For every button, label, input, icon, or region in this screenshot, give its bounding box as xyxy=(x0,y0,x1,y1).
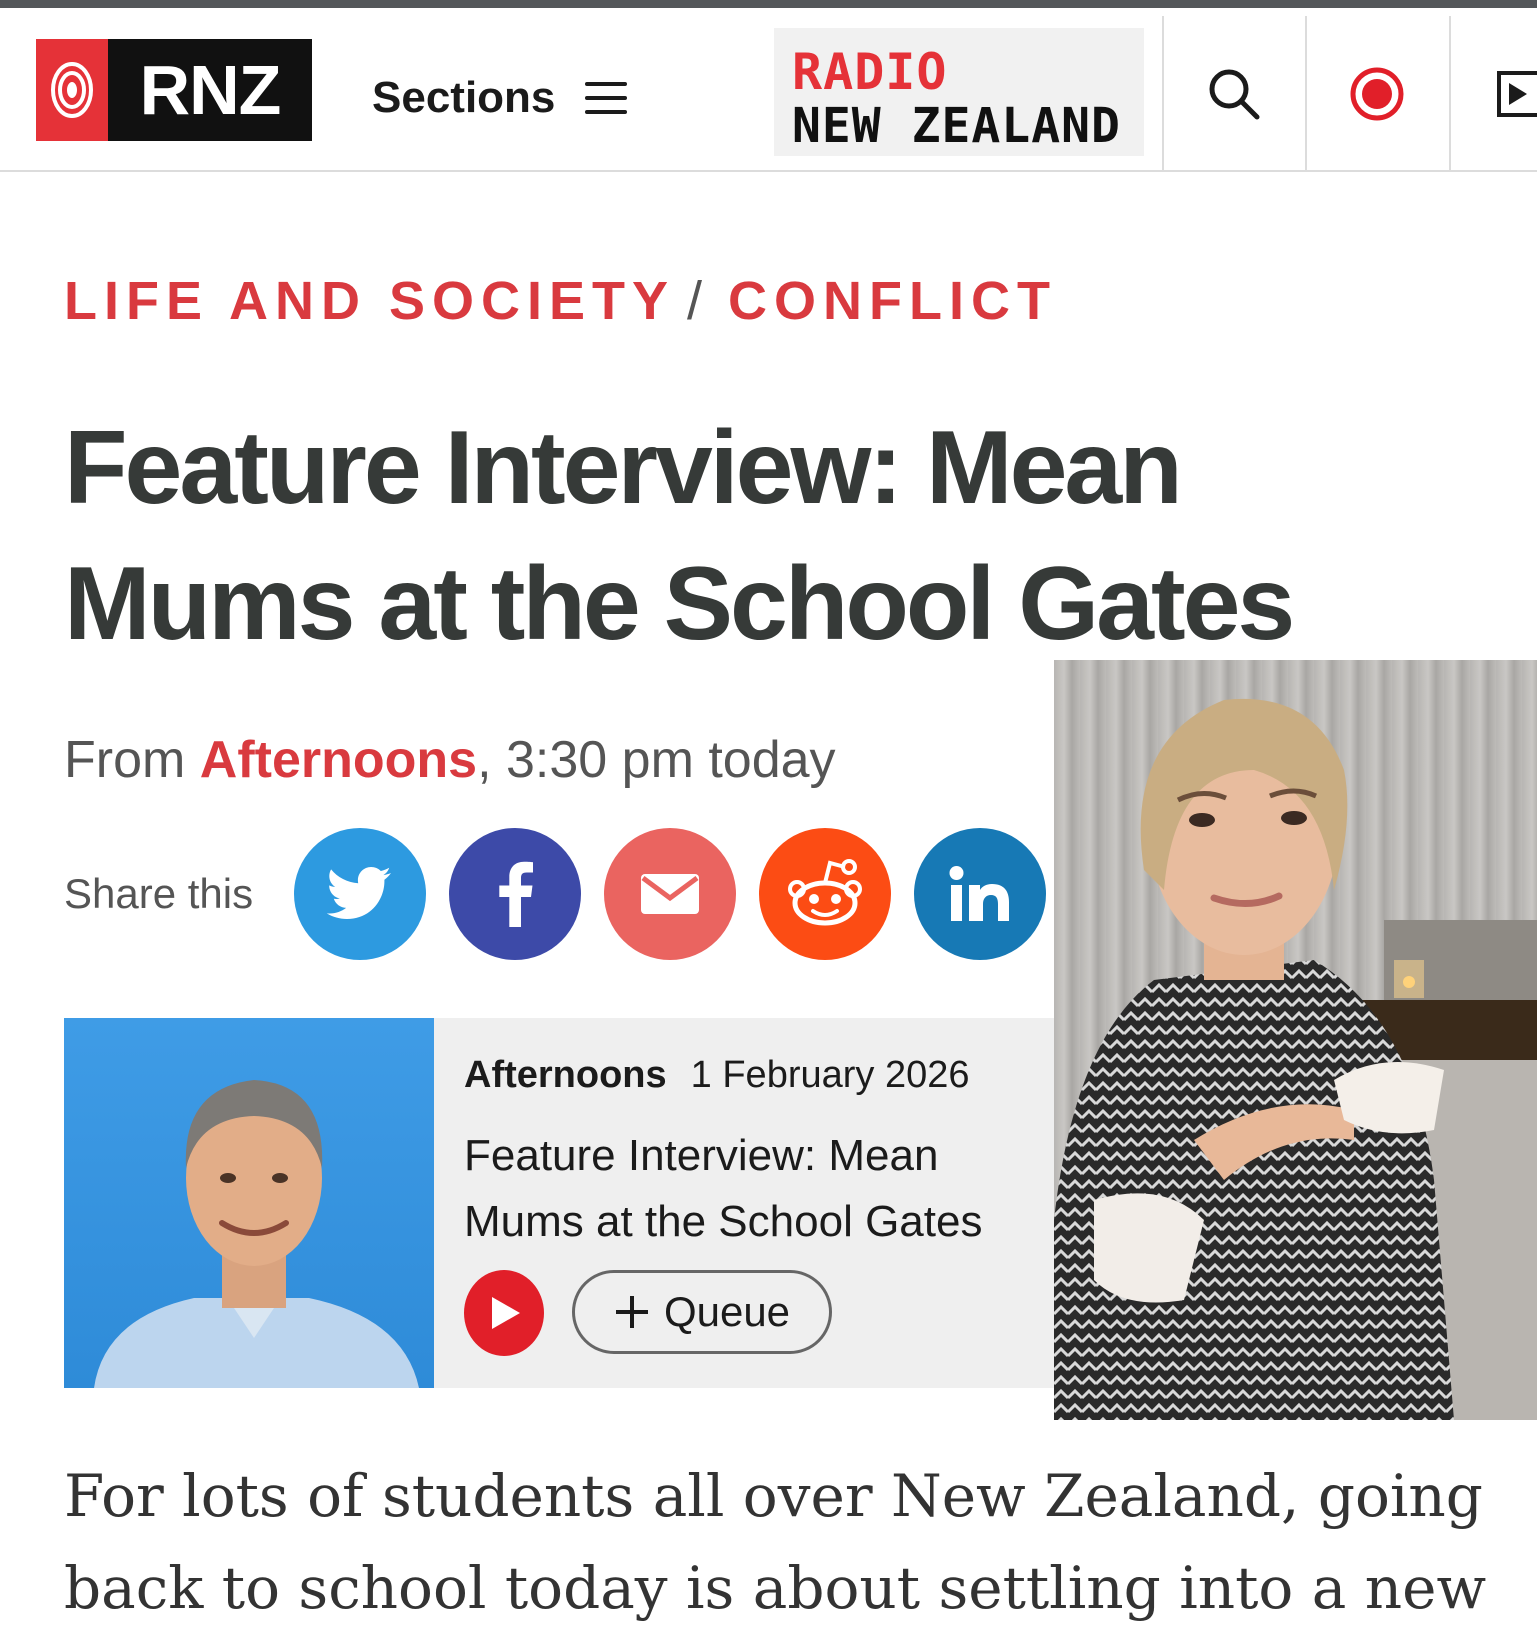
breadcrumb-separator: / xyxy=(687,271,703,331)
rnz-wave-icon xyxy=(51,62,93,118)
rnz-logo-mark xyxy=(36,39,108,141)
rnz-logo[interactable]: RNZ xyxy=(36,39,312,141)
article-lead-paragraph: For lots of students all over New Zealan… xyxy=(64,1462,1487,1622)
plus-icon xyxy=(615,1296,648,1328)
radio-new-zealand-badge[interactable]: RADIO NEW ZEALAND xyxy=(774,28,1144,156)
share-email-button[interactable] xyxy=(604,828,736,960)
linkedin-icon xyxy=(949,866,1009,921)
audio-programme[interactable]: Afternoons xyxy=(464,1054,667,1096)
player-button[interactable] xyxy=(1451,16,1537,172)
reddit-icon xyxy=(788,859,862,926)
share-label: Share this xyxy=(64,870,254,917)
article-meta: From Afternoons, 3:30 pm today xyxy=(64,730,836,790)
share-reddit-button[interactable] xyxy=(759,828,891,960)
audio-card-text: Afternoons 1 February 2026 Feature Interv… xyxy=(464,1054,1024,1255)
add-to-queue-button[interactable]: Queue xyxy=(572,1270,832,1354)
rnz-logo-text: RNZ xyxy=(108,39,312,141)
hamburger-icon xyxy=(585,82,628,114)
share-facebook-button[interactable] xyxy=(449,828,581,960)
meta-programme-link[interactable]: Afternoons xyxy=(200,731,477,789)
audio-title[interactable]: Feature Interview: Mean Mums at the Scho… xyxy=(464,1123,1024,1255)
breadcrumb: LIFE AND SOCIETY / CONFLICT xyxy=(64,270,1057,332)
audio-date: 1 February 2026 xyxy=(690,1054,970,1096)
breadcrumb-conflict[interactable]: CONFLICT xyxy=(728,271,1057,331)
breadcrumb-life-and-society[interactable]: LIFE AND SOCIETY xyxy=(64,271,675,331)
brand-line-1: RADIO xyxy=(792,43,948,101)
queue-label: Queue xyxy=(663,1288,791,1335)
play-icon xyxy=(492,1297,520,1329)
article-photo xyxy=(1054,660,1537,1420)
share-linkedin-button[interactable] xyxy=(914,828,1046,960)
email-icon xyxy=(641,874,699,914)
live-record-icon xyxy=(1350,67,1404,121)
site-header: RNZ Sections RADIO NEW ZEALAND xyxy=(0,8,1537,172)
search-button[interactable] xyxy=(1164,16,1304,172)
host-photo xyxy=(64,1018,434,1388)
page-title: Feature Interview: Mean Mums at the Scho… xyxy=(64,410,1295,662)
facebook-icon xyxy=(499,861,533,927)
live-button[interactable] xyxy=(1307,16,1447,172)
play-icon xyxy=(1497,71,1537,117)
top-strip xyxy=(0,0,1537,8)
search-icon xyxy=(1209,69,1260,120)
woman-portrait-image xyxy=(1054,698,1537,1420)
host-portrait-image xyxy=(94,1080,419,1388)
share-twitter-button[interactable] xyxy=(294,828,426,960)
brand-line-2: NEW ZEALAND xyxy=(792,98,1121,154)
sections-label: Sections xyxy=(372,73,556,122)
audio-play-button[interactable] xyxy=(464,1270,544,1356)
twitter-icon xyxy=(327,867,391,919)
sections-menu-button[interactable]: Sections xyxy=(372,68,628,128)
meta-from: From xyxy=(64,731,186,789)
audio-card: Afternoons 1 February 2026 Feature Interv… xyxy=(64,1018,1054,1388)
meta-time: , 3:30 pm today xyxy=(477,731,836,789)
